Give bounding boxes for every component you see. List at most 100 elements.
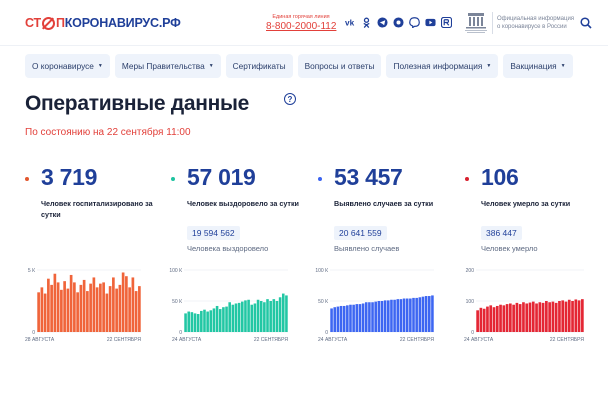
chart-bar (215, 305, 219, 332)
chart-bar (256, 299, 260, 332)
bar-chart-recovered: 0 50 К 100 К 24 АВГУСТА 22 СЕНТЯБРЯ (169, 268, 288, 343)
chart-bar (237, 302, 241, 332)
chart-bar (424, 296, 428, 332)
chart-bar (212, 308, 216, 332)
y-tick-label: 50 К (172, 299, 182, 305)
chart-bar (56, 282, 60, 332)
chart-bar (333, 307, 337, 332)
chart-bar (281, 293, 285, 332)
odnoklassniki-icon[interactable] (361, 17, 372, 28)
chart-bar (499, 304, 502, 332)
vk-clips-icon[interactable] (393, 17, 404, 28)
chart-bar (505, 304, 509, 332)
chart-bar (43, 293, 47, 332)
chart-bar (479, 307, 483, 332)
viber-icon[interactable] (409, 17, 420, 28)
telegram-icon[interactable] (377, 17, 388, 28)
chart-bar (134, 291, 138, 332)
nav-label: Меры Правительства (121, 61, 205, 71)
y-tick-label: 100 К (315, 268, 328, 274)
nav-item-vaccination[interactable]: Вакцинация ▼ (503, 54, 573, 78)
stat-desc: Человек госпитализировано за сутки (41, 199, 153, 219)
chart-bar (102, 282, 105, 332)
hotline-number[interactable]: 8-800-2000-112 (266, 21, 336, 32)
chart-bar (531, 301, 535, 332)
youtube-icon[interactable] (425, 17, 436, 28)
y-tick-label: 0 (325, 330, 328, 336)
chart-bar (108, 286, 112, 332)
chart-bar (125, 276, 128, 332)
official-info-text: Официальная информация о коронавирусе в … (497, 16, 575, 30)
vk-icon[interactable]: vk (345, 17, 356, 28)
chart-bar (541, 302, 545, 332)
bar-chart-hospitalized: 0 5 К 28 АВГУСТА 22 СЕНТЯБРЯ (25, 268, 142, 343)
chart-bar (250, 304, 254, 332)
chart-hospitalized: 0 5 К 28 АВГУСТА 22 СЕНТЯБРЯ (25, 262, 145, 346)
chevron-down-icon: ▼ (97, 63, 103, 69)
chart-bar (509, 303, 512, 332)
svg-text:vk: vk (345, 19, 355, 28)
as-of-date: По состоянию на 22 сентября 11:00 (25, 127, 191, 138)
chart-bar (115, 288, 118, 332)
stat-value: 57 019 (187, 164, 256, 190)
chart-bar (47, 278, 50, 332)
stat-total-label: Выявлено случаев (334, 244, 400, 253)
chart-bar (40, 287, 44, 332)
chart-bar (393, 299, 396, 332)
chart-bar (79, 284, 83, 332)
chart-bar (415, 297, 418, 332)
chart-bar (558, 301, 561, 332)
chart-bar (374, 301, 377, 332)
chart-bar (222, 307, 225, 332)
chart-bar (118, 284, 122, 332)
help-icon[interactable]: ? (284, 93, 296, 105)
nav-item-measures[interactable]: Меры Правительства ▼ (114, 54, 221, 78)
chart-bar (427, 296, 431, 332)
nav-item-faq[interactable]: Вопросы и ответы (297, 54, 382, 78)
stat-value: 106 (481, 164, 519, 190)
x-tick-label-start: 28 АВГУСТА (25, 337, 55, 343)
government-emblem-icon (465, 13, 487, 33)
x-tick-label-start: 24 АВГУСТА (318, 337, 348, 343)
chart-bar (418, 297, 422, 332)
chart-bar (548, 302, 551, 332)
chart-bar (561, 300, 565, 332)
nav-item-certificates[interactable]: Сертификаты (225, 54, 293, 78)
nav-item-about[interactable]: О коронавирусе ▼ (25, 54, 110, 78)
chart-bar (76, 292, 79, 332)
y-tick-label: 0 (32, 330, 35, 336)
chart-bar (535, 303, 538, 332)
chart-bar (538, 302, 542, 332)
chart-bar (383, 300, 387, 332)
chart-bar (73, 282, 76, 332)
chart-bar (63, 281, 66, 332)
search-icon[interactable] (580, 17, 592, 29)
chart-bar (339, 305, 343, 332)
chart-bar (502, 305, 506, 332)
chart-bar (190, 312, 194, 332)
chart-bar (272, 299, 276, 332)
chart-bar (50, 284, 53, 332)
stat-total-label: Человека выздоровело (187, 244, 269, 253)
rutube-icon[interactable] (441, 17, 452, 28)
x-tick-label-end: 22 СЕНТЯБРЯ (107, 337, 142, 343)
site-logo[interactable]: СТ П КОРОНАВИРУС.РФ (25, 15, 181, 31)
chart-bar (581, 299, 584, 332)
y-tick-label: 200 (466, 268, 475, 274)
chart-bar (377, 301, 381, 332)
chart-bar (545, 301, 548, 332)
stat-desc: Человек умерло за сутки (481, 199, 571, 208)
y-tick-label: 50 К (318, 299, 328, 305)
chart-bar (352, 304, 355, 332)
status-dot (465, 177, 469, 181)
chart-bar (368, 302, 371, 332)
stat-value: 3 719 (41, 164, 98, 190)
chart-bar (402, 298, 406, 332)
nav-item-useful-info[interactable]: Полезная информация ▼ (386, 54, 499, 78)
chart-bar (275, 301, 279, 332)
site-header: СТ П КОРОНАВИРУС.РФ Единая горячая линия… (0, 0, 608, 46)
chart-bar (489, 305, 493, 332)
chart-bar (409, 298, 412, 332)
y-tick-label: 0 (179, 330, 182, 336)
chart-bar (380, 301, 384, 332)
